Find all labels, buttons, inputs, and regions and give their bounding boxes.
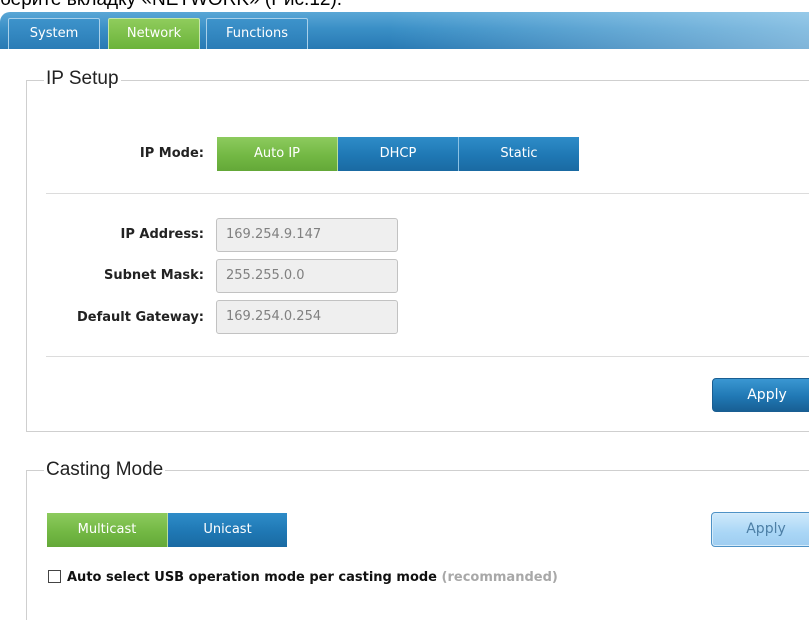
ip-setup-legend: IP Setup [44, 68, 121, 90]
tab-functions-label: Functions [225, 26, 289, 41]
tab-bar-highlight [389, 12, 809, 49]
casting-mode-legend: Casting Mode [44, 459, 166, 481]
tab-system-label: System [29, 26, 79, 41]
tab-system[interactable]: System [8, 18, 100, 49]
ip-address-label: IP Address: [120, 227, 204, 242]
divider [46, 193, 809, 194]
auto-select-usb-text: Auto select USB operation mode per casti… [67, 570, 437, 585]
ip-address-field[interactable]: 169.254.9.147 [216, 218, 398, 252]
casting-unicast-button[interactable]: Unicast [168, 513, 287, 547]
auto-select-usb-checkbox[interactable] [48, 570, 61, 583]
tab-functions[interactable]: Functions [206, 18, 308, 49]
tab-network[interactable]: Network [108, 18, 200, 49]
recommended-hint: (recommanded) [441, 570, 558, 585]
tab-bar: System Network Functions [0, 12, 809, 49]
ip-mode-dhcp-button[interactable]: DHCP [338, 137, 459, 171]
auto-select-usb-label: Auto select USB operation mode per casti… [67, 570, 558, 585]
subnet-mask-field[interactable]: 255.255.0.0 [216, 259, 398, 293]
default-gateway-label: Default Gateway: [76, 310, 204, 325]
divider [46, 356, 809, 357]
default-gateway-field[interactable]: 169.254.0.254 [216, 300, 398, 334]
document-caption: берите вкладку «NETWORK» (Рис.12). [0, 0, 342, 11]
subnet-mask-label: Subnet Mask: [103, 268, 204, 283]
casting-mode-apply-button[interactable]: Apply [711, 512, 809, 547]
ip-setup-apply-button[interactable]: Apply [712, 378, 809, 412]
ip-setup-panel [26, 80, 809, 432]
ip-mode-static-button[interactable]: Static [459, 137, 579, 171]
tab-network-label: Network [126, 26, 182, 41]
casting-multicast-button[interactable]: Multicast [47, 513, 168, 547]
ip-mode-label: IP Mode: [139, 146, 204, 161]
ip-mode-auto-ip-button[interactable]: Auto IP [217, 137, 338, 171]
